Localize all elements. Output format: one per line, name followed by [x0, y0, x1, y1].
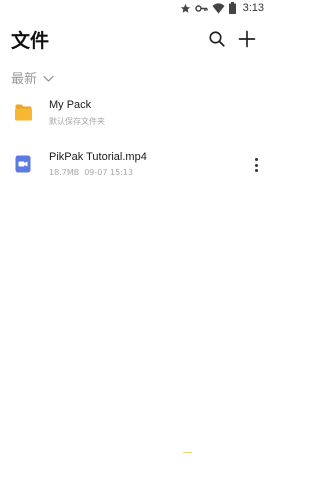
item-name: My Pack: [49, 99, 92, 111]
folder-icon: [13, 102, 33, 122]
plus-icon: [238, 30, 256, 52]
bottom-indicator: [183, 452, 192, 453]
item-subtitle: 默认保存文件夹: [49, 117, 105, 126]
item-name: PikPak Tutorial.mp4: [49, 151, 147, 163]
item-meta: 18.7MB 09-07 15:13: [49, 168, 133, 177]
more-dot: [254, 169, 258, 172]
key-icon: [194, 0, 208, 18]
chevron-down-icon: [43, 68, 54, 87]
list-item-my-pack[interactable]: My Pack 默认保存文件夹: [0, 92, 270, 144]
status-bar: 3:13: [0, 0, 270, 16]
status-icons: 3:13: [180, 1, 264, 15]
video-file-icon: [13, 154, 33, 174]
add-button[interactable]: [236, 30, 258, 52]
battery-icon: [228, 0, 236, 18]
search-button[interactable]: [206, 30, 228, 52]
list-item-video[interactable]: PikPak Tutorial.mp4 18.7MB 09-07 15:13: [0, 144, 270, 196]
star-icon: [180, 0, 191, 18]
more-dot: [254, 158, 258, 161]
file-date: 09-07 15:13: [84, 168, 134, 177]
status-time: 3:13: [242, 2, 264, 14]
more-options-button[interactable]: [250, 156, 262, 174]
search-icon: [208, 30, 226, 52]
file-size: 18.7MB: [49, 168, 80, 177]
page-title: 文件: [11, 30, 50, 52]
app-header: 文件: [0, 26, 270, 56]
sort-label: 最新: [11, 71, 38, 87]
more-dot: [254, 163, 258, 167]
sort-selector[interactable]: 最新: [11, 66, 54, 88]
wifi-icon: [212, 0, 225, 18]
file-list: My Pack 默认保存文件夹 PikPak Tutorial.mp4 18.7…: [0, 92, 270, 196]
